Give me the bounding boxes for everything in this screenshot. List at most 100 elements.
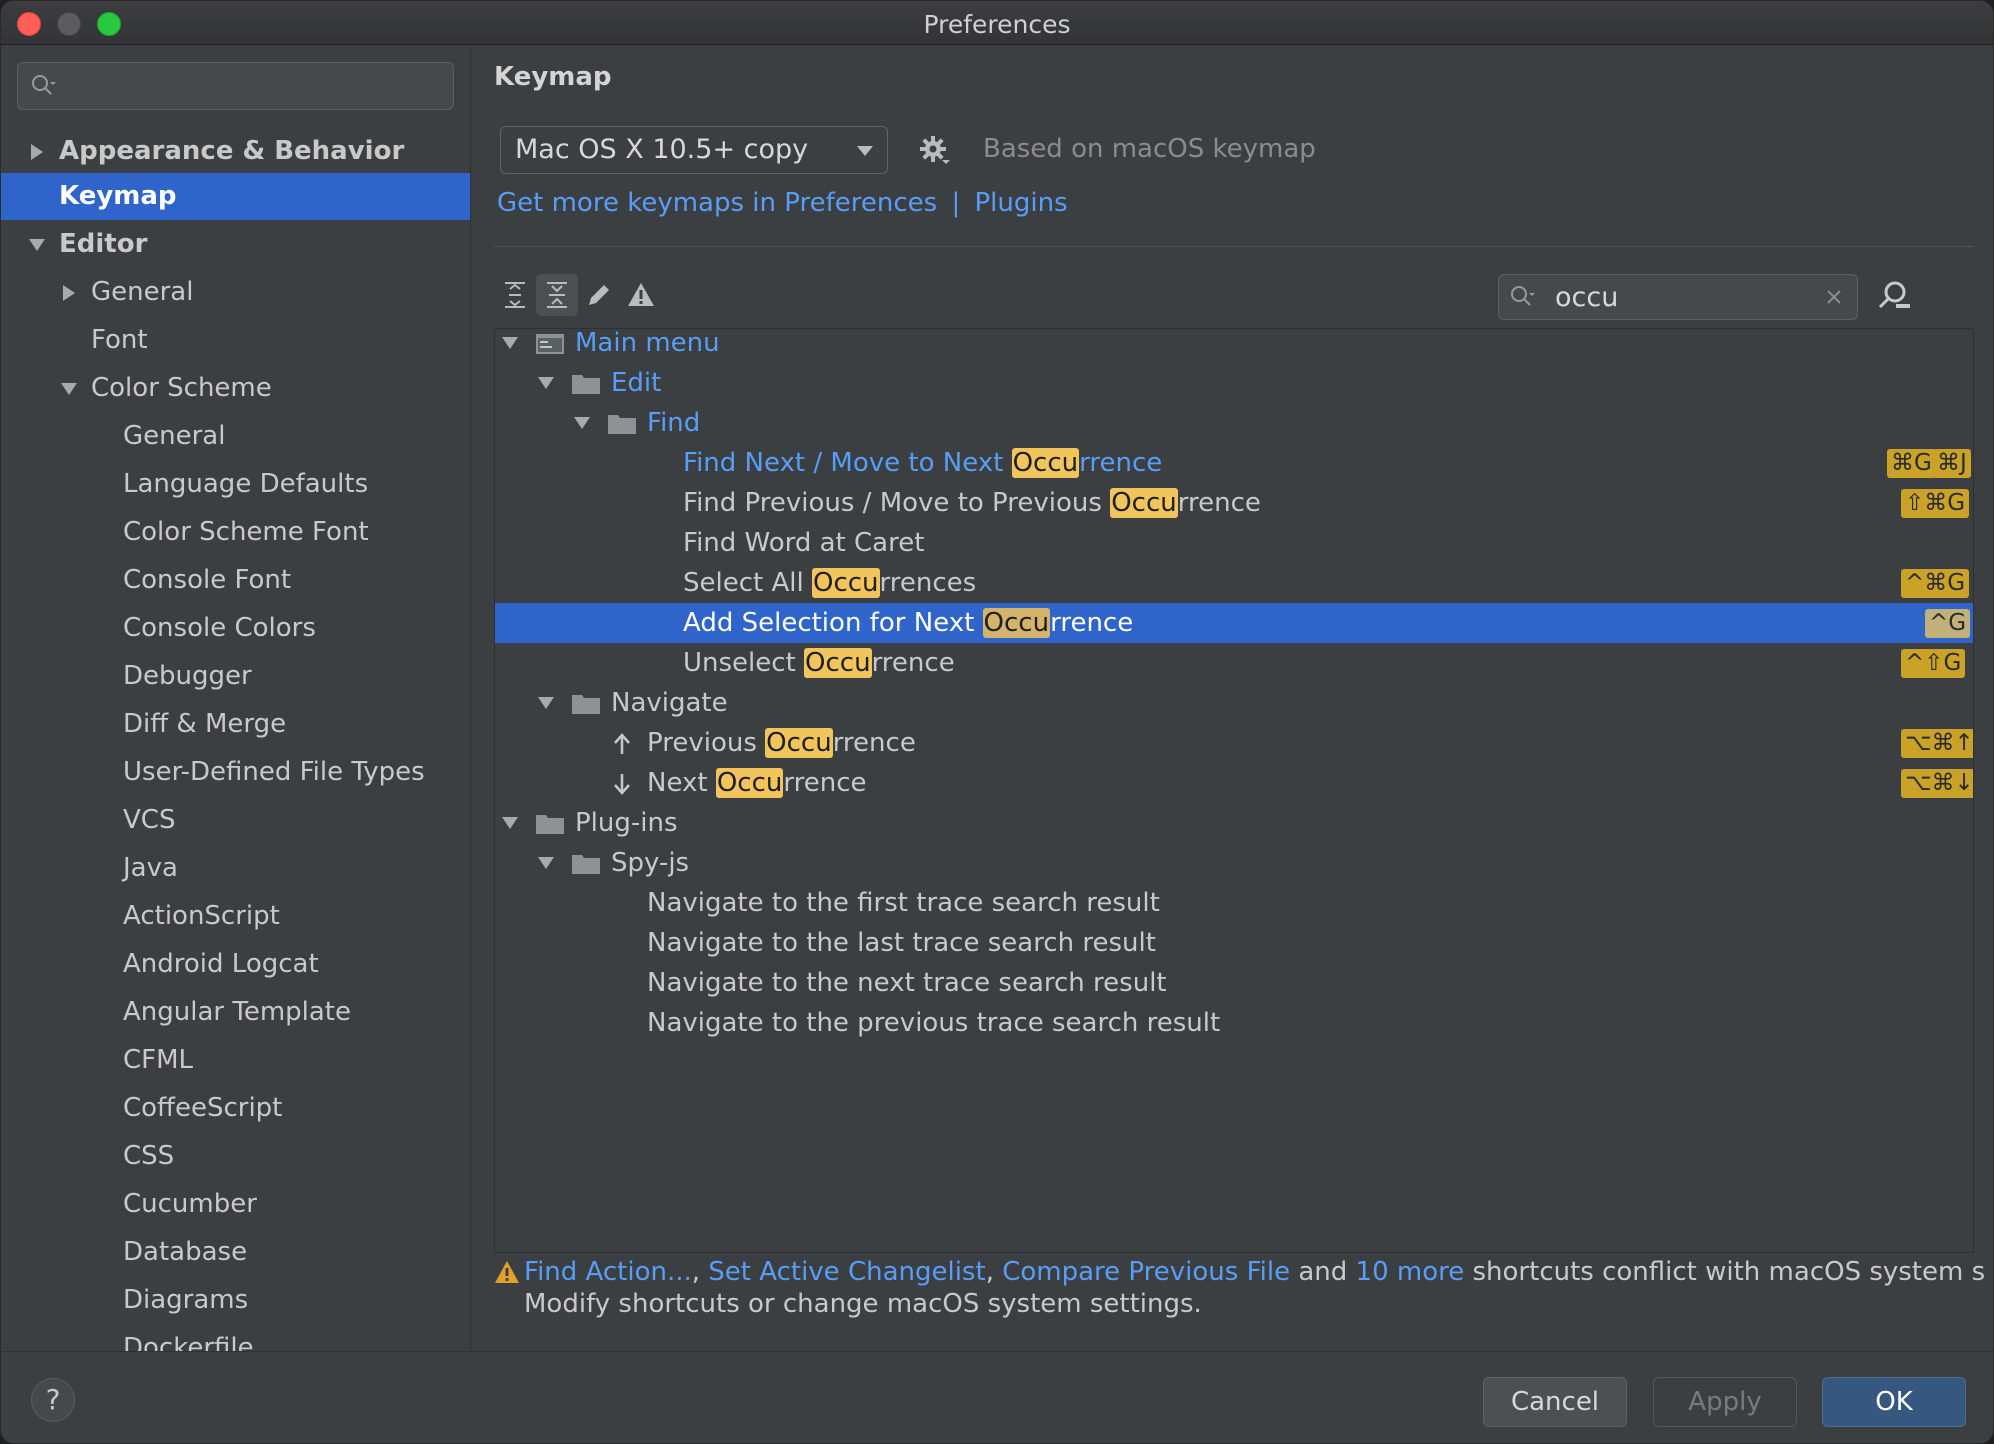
sidebar-item-diff-merge[interactable]: Diff & Merge [1,701,470,748]
pencil-icon [589,285,609,305]
action-row-find-next[interactable]: Find Next / Move to Next Occurrence ⌘G ⌘… [495,443,1973,483]
collapse-arrow-icon[interactable] [537,375,555,391]
sidebar-item-actionscript[interactable]: ActionScript [1,893,470,940]
warning-icon [495,1261,519,1283]
tree-node-spyjs[interactable]: Spy-js [495,843,1973,883]
collapse-arrow-icon[interactable] [573,415,591,431]
keymap-filter-input[interactable]: occu [1498,274,1858,320]
edit-shortcut-button[interactable] [578,274,620,316]
collapse-arrow-icon[interactable] [501,335,519,351]
keymap-select[interactable]: Mac OS X 10.5+ copy [500,126,888,174]
collapse-arrow-icon[interactable] [537,695,555,711]
folder-icon [572,375,600,394]
shortcut-badge: ⇧⌘G [1901,489,1970,518]
collapse-arrow-icon[interactable] [537,855,555,871]
action-row-next-occurrence[interactable]: Next Occurrence ⌥⌘↓ [495,763,1973,803]
collapse-arrow-icon[interactable] [501,815,519,831]
collapse-all-button[interactable] [536,274,578,316]
find-action-link[interactable]: Find Action... [524,1257,692,1287]
sidebar-item-diagrams[interactable]: Diagrams [1,1277,470,1324]
settings-search-input[interactable] [17,62,454,110]
action-row-spyjs-last[interactable]: Navigate to the last trace search result [495,923,1973,963]
action-row-add-selection-next[interactable]: Add Selection for Next Occurrence ^G [495,603,1973,643]
more-keymaps-link-row: Get more keymaps in Preferences | Plugin… [497,188,1068,218]
sidebar-item-appearance-behavior[interactable]: Appearance & Behavior [1,128,470,175]
sidebar-item-css[interactable]: CSS [1,1133,470,1180]
dialog-footer: ? Cancel Apply OK [1,1351,1993,1443]
sidebar-item-database[interactable]: Database [1,1229,470,1276]
action-row-spyjs-next[interactable]: Navigate to the next trace search result [495,963,1973,1003]
get-more-keymaps-link[interactable]: Get more keymaps in Preferences [497,188,937,218]
shortcut-badge: ⌘G [1887,449,1936,478]
sidebar-item-cucumber[interactable]: Cucumber [1,1181,470,1228]
sidebar-item-angular-template[interactable]: Angular Template [1,989,470,1036]
sidebar-item-editor-general[interactable]: General [1,269,470,316]
folder-icon [572,855,600,874]
action-row-previous-occurrence[interactable]: Previous Occurrence ⌥⌘↑ [495,723,1973,763]
show-conflicts-button[interactable] [620,274,662,316]
search-icon [32,75,56,95]
help-button[interactable]: ? [31,1378,75,1422]
sidebar-item-user-defined-file-types[interactable]: User-Defined File Types [1,749,470,796]
sidebar-item-dockerfile[interactable]: Dockerfile [1,1325,470,1351]
chevron-down-icon [857,146,873,156]
action-row-spyjs-previous[interactable]: Navigate to the previous trace search re… [495,1003,1973,1043]
expand-arrow-icon[interactable] [59,283,79,303]
set-active-changelist-link[interactable]: Set Active Changelist [708,1257,985,1287]
gear-icon[interactable] [918,134,950,166]
apply-button[interactable]: Apply [1653,1377,1797,1427]
shortcut-badge: ^⇧G [1901,649,1966,678]
action-row-find-previous[interactable]: Find Previous / Move to Previous Occurre… [495,483,1973,523]
action-row-unselect-occurrence[interactable]: Unselect Occurrence ^⇧G [495,643,1973,683]
shortcut-badge: ^G [1925,609,1971,638]
sidebar-item-color-scheme[interactable]: Color Scheme [1,365,470,412]
sidebar-item-coffeescript[interactable]: CoffeeScript [1,1085,470,1132]
expand-arrow-icon[interactable] [27,142,47,162]
tree-node-navigate[interactable]: Navigate [495,683,1973,723]
sidebar-item-console-font[interactable]: Console Font [1,557,470,604]
tree-node-find[interactable]: Find [495,403,1973,443]
collapse-arrow-icon[interactable] [27,235,47,255]
expand-all-icon [505,282,525,308]
cancel-button[interactable]: Cancel [1483,1377,1627,1427]
sidebar-item-color-scheme-general[interactable]: General [1,413,470,460]
based-on-label: Based on macOS keymap [983,134,1316,164]
sidebar-item-console-colors[interactable]: Console Colors [1,605,470,652]
shortcut-badge: ⌘J [1933,449,1971,478]
filter-value: occu [1555,282,1619,313]
shortcut-badge: ⌥⌘↑ [1901,729,1973,758]
warning-icon [628,283,654,306]
tree-node-main-menu[interactable]: Main menu [495,329,1973,363]
action-row-find-word-at-caret[interactable]: Find Word at Caret [495,523,1973,563]
sidebar-item-cfml[interactable]: CFML [1,1037,470,1084]
link-separator: | [951,188,961,218]
sidebar-item-keymap[interactable]: Keymap [1,173,470,220]
expand-all-button[interactable] [494,274,536,316]
tree-node-edit[interactable]: Edit [495,363,1973,403]
more-conflicts-link[interactable]: 10 more [1356,1257,1465,1287]
plugins-link[interactable]: Plugins [974,188,1067,218]
title-bar: Preferences [1,1,1993,45]
warning-line-1: Find Action..., Set Active Changelist, C… [524,1257,1986,1287]
sidebar-item-debugger[interactable]: Debugger [1,653,470,700]
clear-icon[interactable] [1823,286,1845,308]
sidebar-item-language-defaults[interactable]: Language Defaults [1,461,470,508]
sidebar-item-color-scheme-font[interactable]: Color Scheme Font [1,509,470,556]
collapse-arrow-icon[interactable] [59,379,79,399]
arrow-up-icon [614,733,630,754]
tree-node-plugins[interactable]: Plug-ins [495,803,1973,843]
action-row-select-all-occurrences[interactable]: Select All Occurrences ^⌘G [495,563,1973,603]
find-by-shortcut-icon[interactable] [1876,278,1912,314]
folder-icon [572,695,600,714]
sidebar-item-vcs[interactable]: VCS [1,797,470,844]
warning-line-2: Modify shortcuts or change macOS system … [524,1289,1202,1319]
action-row-spyjs-first[interactable]: Navigate to the first trace search resul… [495,883,1973,923]
sidebar-item-editor[interactable]: Editor [1,221,470,268]
ok-button[interactable]: OK [1822,1377,1966,1427]
settings-sidebar: Appearance & Behavior Keymap Editor Gene… [1,46,471,1351]
folder-icon [536,815,564,834]
sidebar-item-font[interactable]: Font [1,317,470,364]
compare-previous-file-link[interactable]: Compare Previous File [1002,1257,1290,1287]
sidebar-item-android-logcat[interactable]: Android Logcat [1,941,470,988]
sidebar-item-java[interactable]: Java [1,845,470,892]
